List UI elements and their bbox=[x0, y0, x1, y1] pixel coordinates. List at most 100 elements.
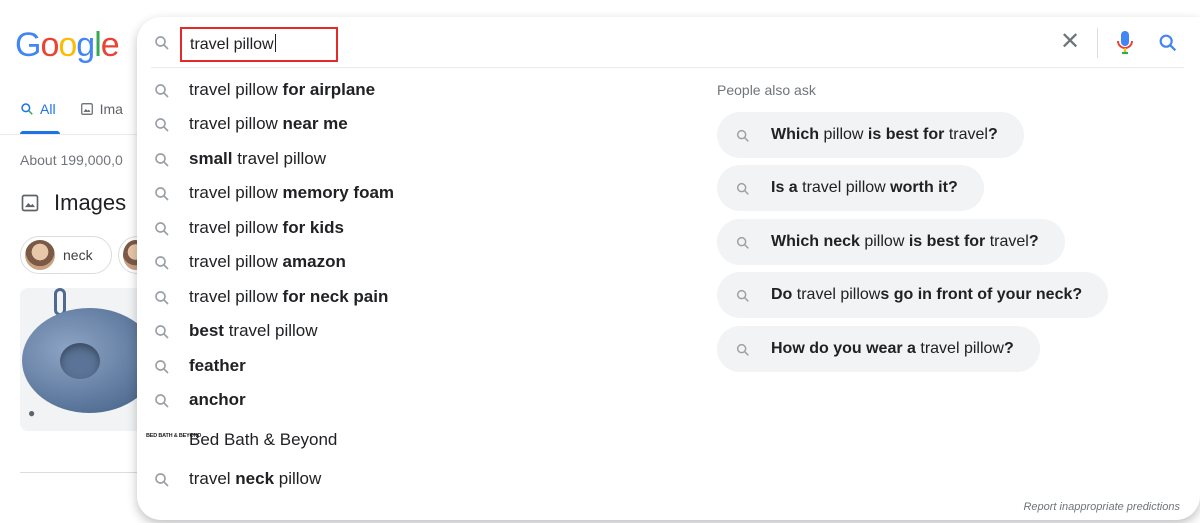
suggestion-text: anchor bbox=[189, 390, 246, 410]
q-bold: Which neck bbox=[771, 233, 860, 250]
suggestion-plain: travel bbox=[189, 469, 236, 488]
suggestion-item[interactable]: travel pillow for kids bbox=[137, 210, 697, 244]
suggestion-item[interactable]: feather bbox=[137, 348, 697, 382]
logo-letter: e bbox=[100, 26, 120, 64]
result-stats: About 199,000,0 bbox=[20, 152, 123, 168]
chip-thumbnail bbox=[25, 240, 55, 270]
section-divider bbox=[20, 472, 140, 473]
suggestion-text: travel pillow for airplane bbox=[189, 80, 375, 100]
suggestion-plain: travel pillow bbox=[189, 252, 283, 271]
suggestion-bold: for kids bbox=[282, 218, 344, 237]
related-question-chip[interactable]: Which pillow is best for travel? bbox=[717, 112, 1024, 158]
suggestion-item[interactable]: travel pillow memory foam bbox=[137, 175, 697, 209]
report-predictions-link[interactable]: Report inappropriate predictions bbox=[1023, 501, 1180, 513]
images-heading-label: Images bbox=[54, 190, 127, 215]
suggestion-text: feather bbox=[189, 356, 246, 376]
q-plain: pillow bbox=[859, 233, 909, 250]
tab-images-label: Ima bbox=[99, 101, 123, 117]
search-icon bbox=[155, 222, 169, 236]
image-filter-chip[interactable]: neck bbox=[20, 236, 112, 274]
search-icon bbox=[736, 129, 749, 142]
search-icon bbox=[155, 473, 169, 487]
suggestion-text: travel pillow amazon bbox=[189, 252, 346, 272]
q-plain: travel bbox=[985, 233, 1029, 250]
suggestion-item[interactable]: small travel pillow bbox=[137, 141, 697, 175]
logo-letter: G bbox=[15, 26, 41, 64]
entity-suggestion-label: Bed Bath & Beyond bbox=[189, 430, 338, 449]
image-result-thumbnail[interactable]: ● bbox=[20, 288, 145, 431]
suggestion-item[interactable]: travel pillow for airplane bbox=[137, 72, 697, 106]
search-icon bbox=[155, 256, 169, 270]
tabs-divider bbox=[0, 134, 140, 135]
q-bold: is best for bbox=[908, 233, 986, 250]
suggestion-bold: memory foam bbox=[282, 183, 395, 202]
related-question-chip[interactable]: How do you wear a travel pillow? bbox=[717, 326, 1040, 372]
search-icon bbox=[155, 36, 169, 50]
suggestion-text: travel pillow for kids bbox=[189, 218, 344, 238]
suggestion-plain: travel pillow bbox=[189, 183, 283, 202]
pillow-hole bbox=[60, 343, 100, 379]
search-icon bbox=[155, 187, 169, 201]
search-icon bbox=[736, 343, 749, 356]
search-icon bbox=[155, 153, 169, 167]
suggestion-item[interactable]: anchor bbox=[137, 382, 697, 416]
logo-letter: g bbox=[76, 26, 95, 64]
q-bold: s go in front of your neck? bbox=[880, 286, 1083, 303]
search-input[interactable]: travel pillow bbox=[190, 34, 276, 54]
suggestion-bold: for airplane bbox=[282, 80, 376, 99]
search-icon bbox=[155, 84, 169, 98]
entity-suggestion[interactable]: BED BATH & BEYOND Bed Bath & Beyond bbox=[137, 422, 697, 456]
suggestion-bold: near me bbox=[282, 114, 348, 133]
search-icon bbox=[155, 118, 169, 132]
search-tabs: All Ima bbox=[20, 101, 123, 117]
search-submit-icon[interactable] bbox=[1157, 32, 1179, 54]
suggestion-bold: feather bbox=[189, 356, 246, 375]
question-text: Is a travel pillow worth it? bbox=[771, 179, 958, 197]
suggestion-item[interactable]: travel pillow for neck pain bbox=[137, 279, 697, 313]
suggestion-item[interactable]: travel neck pillow bbox=[137, 461, 697, 495]
suggestion-text: travel neck pillow bbox=[189, 469, 321, 489]
search-icon bbox=[155, 360, 169, 374]
q-bold: Do bbox=[771, 286, 793, 303]
search-icon bbox=[736, 236, 749, 249]
image-icon bbox=[80, 103, 93, 115]
search-icon bbox=[21, 103, 33, 115]
suggestion-text: small travel pillow bbox=[189, 149, 326, 169]
q-bold: is best for bbox=[867, 126, 945, 143]
question-text: Do travel pillows go in front of your ne… bbox=[771, 286, 1082, 304]
suggestion-item[interactable]: best travel pillow bbox=[137, 313, 697, 347]
suggestion-item[interactable]: travel pillow near me bbox=[137, 106, 697, 140]
search-icon bbox=[155, 325, 169, 339]
q-plain: travel pillow bbox=[792, 286, 881, 303]
microphone-icon[interactable] bbox=[1116, 30, 1134, 56]
tab-all[interactable]: All bbox=[20, 101, 56, 117]
q-plain: travel pillow bbox=[915, 340, 1004, 357]
search-autocomplete-panel: travel pillow ✕ travel pillow for airpla… bbox=[137, 17, 1200, 520]
suggestion-bold: anchor bbox=[189, 390, 246, 409]
related-question-chip[interactable]: Which neck pillow is best for travel? bbox=[717, 219, 1065, 265]
suggestion-bold: best bbox=[189, 321, 224, 340]
suggestion-plain: travel pillow bbox=[232, 149, 327, 168]
search-bar-divider bbox=[151, 67, 1184, 68]
tab-images[interactable]: Ima bbox=[80, 101, 123, 117]
search-icon bbox=[736, 182, 749, 195]
clear-search-button[interactable]: ✕ bbox=[1060, 30, 1080, 54]
related-question-chip[interactable]: Do travel pillows go in front of your ne… bbox=[717, 272, 1109, 318]
bed-bath-beyond-logo: BED BATH & BEYOND bbox=[146, 433, 202, 439]
suggestion-text: best travel pillow bbox=[189, 321, 318, 341]
q-plain: travel pillow bbox=[797, 179, 891, 196]
search-query-text: travel pillow bbox=[190, 36, 274, 53]
search-icon bbox=[736, 289, 749, 302]
tag-icon: ● bbox=[28, 406, 36, 420]
suggestion-plain: travel pillow bbox=[189, 287, 283, 306]
related-question-chip[interactable]: Is a travel pillow worth it? bbox=[717, 165, 984, 211]
google-logo[interactable]: Google bbox=[15, 26, 120, 65]
suggestion-bold: neck bbox=[235, 469, 275, 488]
suggestion-item[interactable]: travel pillow amazon bbox=[137, 244, 697, 278]
suggestion-plain: pillow bbox=[274, 469, 322, 488]
q-plain: pillow bbox=[819, 126, 868, 143]
q-bold: ? bbox=[1028, 233, 1039, 250]
chip-label: neck bbox=[63, 247, 93, 263]
q-bold: How do you wear a bbox=[771, 340, 916, 357]
logo-letter: o bbox=[40, 26, 59, 64]
